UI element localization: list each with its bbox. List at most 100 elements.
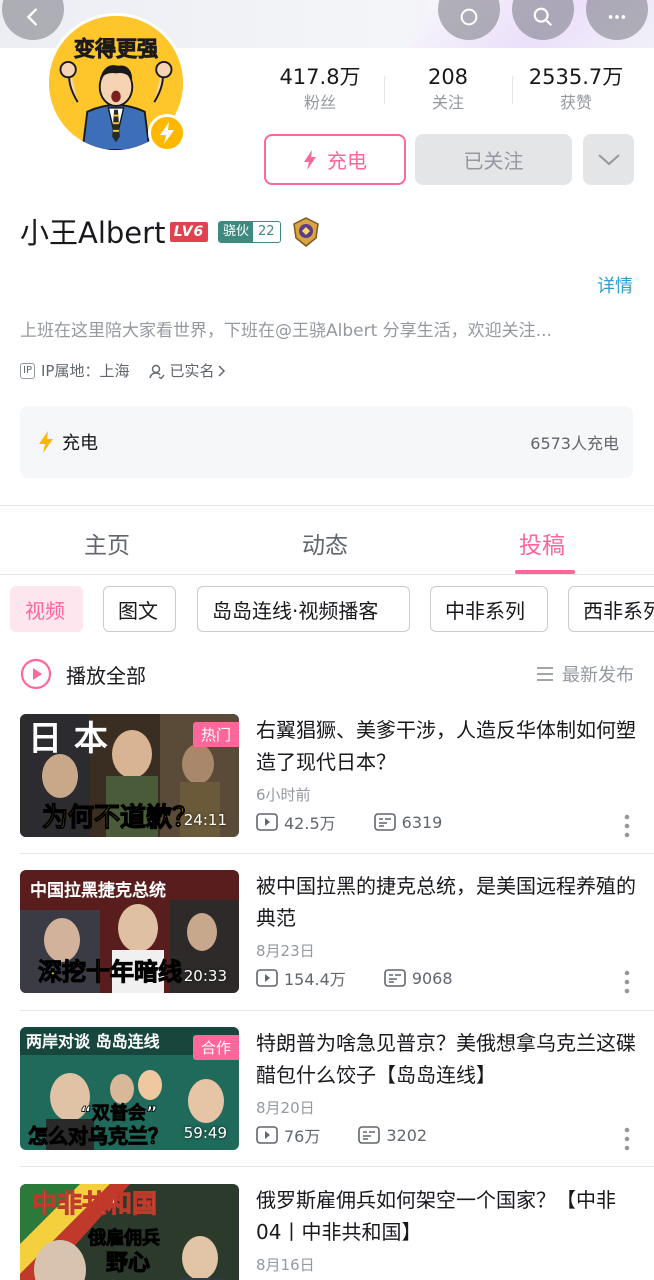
danmaku-count: 3202	[386, 1125, 428, 1145]
follow-dropdown-button[interactable]	[583, 134, 634, 185]
thumb-heading: 日 本	[28, 719, 108, 759]
followed-button[interactable]: 已关注	[415, 134, 572, 185]
thumb-heading: 中非共和国	[32, 1189, 157, 1218]
verified-label: 已实名	[169, 362, 215, 380]
more-vertical-icon[interactable]	[624, 970, 630, 994]
tab-uploads[interactable]: 投稿	[519, 526, 565, 560]
stat-value: 208	[427, 65, 469, 89]
video-item[interactable]: 中非共和国 俄雇佣兵 野心 俄罗斯雇佣兵如何架空一个国家？【中非04丨中非共和国…	[20, 1184, 654, 1280]
video-thumbnail[interactable]: 两岸对谈 岛岛连线 “双普会” 怎么对乌克兰？ 合作 59:49	[20, 1027, 239, 1150]
video-date: 8月23日	[256, 942, 315, 960]
video-thumbnail[interactable]: 中非共和国 俄雇佣兵 野心	[20, 1184, 239, 1280]
share-icon	[460, 8, 478, 26]
stat-likes[interactable]: 2535.7万 获赞	[512, 62, 640, 122]
video-title[interactable]: 俄罗斯雇佣兵如何架空一个国家？【中非04丨中非共和国】	[256, 1184, 636, 1248]
level-badge: LV6	[170, 222, 208, 242]
back-icon	[26, 8, 37, 26]
stat-following[interactable]: 208 关注	[384, 62, 512, 122]
video-thumbnail[interactable]: 中国拉黑捷克总统 深挖十年暗线 20:33	[20, 870, 239, 993]
video-date: 6小时前	[256, 786, 311, 804]
play-circle-icon[interactable]	[20, 658, 52, 690]
video-item[interactable]: 日 本 为何不道歉？ 热门 24:11 右翼猖獗、美爹干涉，人造反华体制如何塑造…	[20, 714, 654, 838]
divider	[20, 1010, 654, 1011]
thumb-caption: 为何不道歉？	[42, 802, 198, 833]
search-icon	[533, 7, 553, 27]
danmaku-icon	[358, 1126, 381, 1144]
charge-button[interactable]: 充电	[264, 134, 406, 185]
video-item[interactable]: 两岸对谈 岛岛连线 “双普会” 怎么对乌克兰？ 合作 59:49 特朗普为啥急见…	[20, 1027, 654, 1151]
chip-podcast[interactable]: 岛岛连线·视频播客	[197, 586, 410, 632]
video-duration: 24:11	[183, 811, 227, 829]
fan-medal[interactable]: 骁伙 22	[218, 221, 281, 243]
stat-label: 获赞	[559, 93, 592, 112]
danmaku-count: 9068	[411, 968, 453, 988]
divider	[20, 1166, 654, 1167]
divider	[20, 853, 654, 854]
thumb-heading: 中国拉黑捷克总统	[30, 880, 166, 901]
danmaku-icon	[373, 813, 396, 831]
avatar-text: 变得更强	[74, 36, 158, 61]
more-vertical-icon[interactable]	[624, 1127, 630, 1151]
video-thumbnail[interactable]: 日 本 为何不道歉？ 热门 24:11	[20, 714, 239, 837]
tab-home[interactable]: 主页	[84, 526, 130, 560]
chip-west-africa[interactable]: 西非系列	[568, 586, 654, 632]
profile-bio[interactable]: 上班在这里陪大家看世界，下班在@王骁Albert 分享生活，欢迎关注...	[20, 316, 630, 341]
view-count: 76万	[284, 1127, 321, 1146]
medal-level: 22	[253, 222, 280, 242]
ip-row: IP IP属地：上海 已实名	[20, 360, 226, 381]
stat-followers[interactable]: 417.8万 粉丝	[256, 62, 384, 122]
profile-stats: 417.8万 粉丝 208 关注 2535.7万 获赞	[256, 62, 640, 122]
verified-link[interactable]: 已实名	[149, 360, 226, 381]
lightning-icon	[39, 431, 53, 453]
more-vertical-icon[interactable]	[624, 814, 630, 838]
collab-tag: 合作	[192, 1035, 239, 1060]
play-count-icon	[256, 813, 278, 831]
lightning-icon	[304, 149, 316, 170]
play-all-row: 播放全部 最新发布	[20, 656, 634, 692]
chip-video[interactable]: 视频	[10, 586, 83, 632]
video-date: 8月20日	[256, 1099, 315, 1117]
profile-name: 小王Albert	[20, 216, 166, 250]
sort-button[interactable]: 最新发布	[536, 661, 634, 687]
category-chips: 视频 图文 岛岛连线·视频播客 中非系列 西非系列	[10, 586, 654, 632]
thumb-sub: 俄雇佣兵	[87, 1227, 160, 1249]
video-title[interactable]: 被中国拉黑的捷克总统，是美国远程养殖的典范	[256, 870, 636, 934]
video-stats: 42.5万 6319	[256, 810, 442, 834]
ip-location: IP属地：上海	[40, 362, 130, 380]
video-title[interactable]: 特朗普为啥急见普京？美俄想拿乌克兰这碟醋包什么饺子【岛岛连线】	[256, 1027, 636, 1091]
video-title[interactable]: 右翼猖獗、美爹干涉，人造反华体制如何塑造了现代日本？	[256, 714, 636, 778]
video-item[interactable]: 中国拉黑捷克总统 深挖十年暗线 20:33 被中国拉黑的捷克总统，是美国远程养殖…	[20, 870, 654, 994]
thumb-caption: 怎么对乌克兰？	[28, 1124, 168, 1148]
video-duration: 59:49	[183, 1124, 227, 1142]
view-count: 42.5万	[284, 814, 336, 833]
charge-badge	[148, 114, 186, 152]
user-verified-icon	[149, 364, 166, 379]
charge-card-count: 6573人充电	[530, 434, 619, 453]
video-stats: 154.4万 9068	[256, 966, 453, 990]
tab-dynamics[interactable]: 动态	[302, 526, 348, 560]
stat-label: 关注	[431, 93, 464, 112]
crest-icon[interactable]	[290, 216, 322, 248]
play-count-icon	[256, 969, 278, 987]
play-all-button[interactable]: 播放全部	[66, 660, 536, 689]
ip-tag: IP	[20, 362, 35, 379]
play-count-icon	[256, 1126, 278, 1144]
thumb-sub: “双普会”	[80, 1102, 158, 1124]
thumb-heading: 两岸对谈 岛岛连线	[26, 1032, 160, 1051]
lightning-icon	[160, 122, 174, 144]
danmaku-count: 6319	[401, 812, 443, 832]
charge-button-label: 充电	[327, 149, 367, 173]
thumb-caption: 深挖十年暗线	[38, 958, 182, 986]
stat-value: 2535.7万	[528, 65, 624, 89]
chip-central-africa[interactable]: 中非系列	[430, 586, 548, 632]
medal-name: 骁伙	[219, 222, 254, 242]
detail-link[interactable]: 详情	[597, 272, 633, 298]
thumb-caption: 野心	[106, 1251, 150, 1276]
danmaku-icon	[384, 969, 406, 987]
video-duration: 20:33	[183, 967, 227, 985]
chip-image-text[interactable]: 图文	[103, 586, 176, 632]
more-icon	[608, 15, 626, 19]
list-icon	[537, 667, 553, 681]
charge-card[interactable]: 充电 6573人充电	[20, 406, 633, 478]
hot-tag: 热门	[192, 722, 239, 747]
